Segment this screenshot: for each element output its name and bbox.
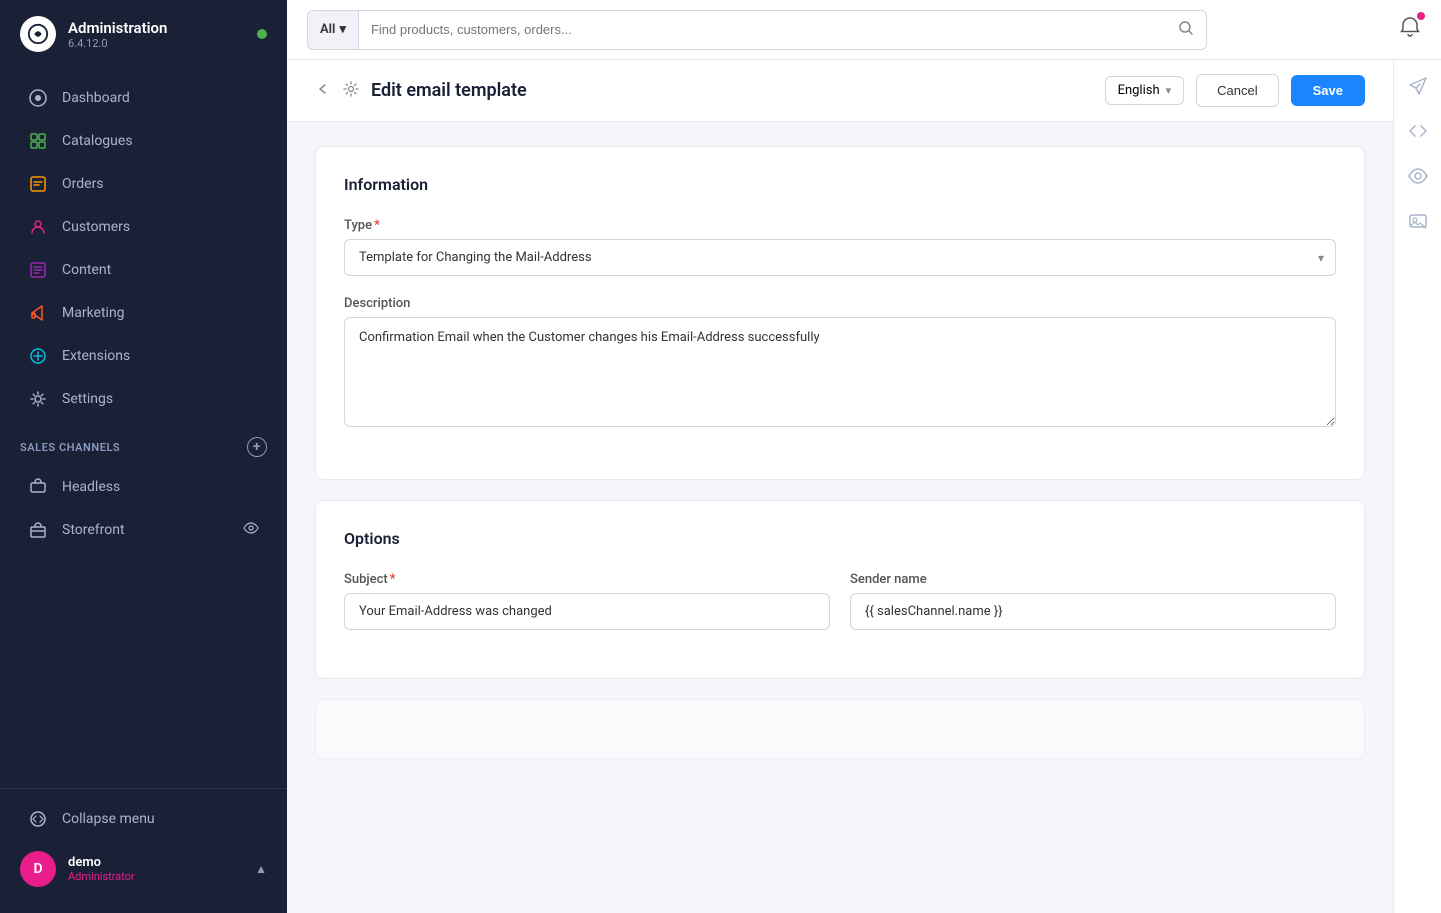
information-card: Information Type* Template for Changing …	[315, 146, 1365, 480]
storefront-eye-icon	[243, 520, 259, 540]
add-sales-channel-button[interactable]: +	[247, 437, 267, 457]
sender-name-field-group: Sender name	[850, 572, 1336, 630]
search-bar: All ▾	[307, 10, 1207, 50]
search-input[interactable]	[359, 22, 1166, 37]
send-icon[interactable]	[1408, 76, 1428, 101]
search-icon[interactable]	[1166, 20, 1206, 40]
app-logo	[20, 16, 56, 52]
sidebar-item-label: Extensions	[62, 348, 130, 364]
settings-icon	[28, 389, 48, 409]
options-row: Subject* Sender name	[344, 572, 1336, 650]
extra-card	[315, 699, 1365, 759]
storefront-icon	[28, 520, 48, 540]
save-button[interactable]: Save	[1291, 75, 1365, 106]
description-label: Description	[344, 296, 1336, 311]
sender-name-label: Sender name	[850, 572, 1336, 587]
subject-field-group: Subject*	[344, 572, 830, 630]
sidebar-item-extensions[interactable]: Extensions	[8, 335, 279, 377]
sidebar-item-marketing[interactable]: Marketing	[8, 292, 279, 334]
sidebar-item-label: Orders	[62, 176, 104, 192]
code-icon[interactable]	[1408, 121, 1428, 146]
image-icon[interactable]	[1408, 211, 1428, 236]
sidebar: Administration 6.4.12.0 Dashboard	[0, 0, 287, 913]
sidebar-item-label: Headless	[62, 479, 120, 495]
sidebar-item-label: Storefront	[62, 522, 125, 538]
language-label: English	[1118, 83, 1160, 98]
content-area: Edit email template English ▾ Cancel Sav…	[287, 60, 1441, 913]
description-textarea[interactable]: Confirmation Email when the Customer cha…	[344, 317, 1336, 427]
sidebar-item-content[interactable]: Content	[8, 249, 279, 291]
search-filter-button[interactable]: All ▾	[308, 11, 359, 49]
user-name: demo	[68, 855, 243, 870]
user-role: Administrator	[68, 870, 243, 883]
options-title: Options	[344, 529, 1336, 548]
sidebar-item-label: Settings	[62, 391, 113, 407]
preview-icon[interactable]	[1408, 166, 1428, 191]
sidebar-item-label: Marketing	[62, 305, 125, 321]
user-info: demo Administrator	[68, 855, 243, 883]
search-filter-chevron-icon: ▾	[339, 22, 346, 37]
sidebar-item-label: Content	[62, 262, 111, 278]
sidebar-item-headless[interactable]: Headless	[8, 466, 279, 508]
sidebar-nav: Dashboard Catalogues Orders	[0, 68, 287, 788]
right-panel	[1393, 60, 1441, 913]
user-chevron-icon: ▲	[255, 862, 267, 876]
cancel-button[interactable]: Cancel	[1196, 74, 1278, 107]
collapse-label: Collapse menu	[62, 811, 155, 827]
type-label: Type*	[344, 218, 1336, 233]
collapse-menu-button[interactable]: Collapse menu	[8, 798, 279, 840]
form-area: Information Type* Template for Changing …	[287, 122, 1393, 783]
customers-icon	[28, 217, 48, 237]
sidebar-item-catalogues[interactable]: Catalogues	[8, 120, 279, 162]
sidebar-item-settings[interactable]: Settings	[8, 378, 279, 420]
type-select[interactable]: Template for Changing the Mail-Address	[344, 239, 1336, 276]
sales-channels-title: Sales Channels +	[0, 421, 287, 465]
dashboard-icon	[28, 88, 48, 108]
sidebar-item-label: Dashboard	[62, 90, 130, 106]
sidebar-item-customers[interactable]: Customers	[8, 206, 279, 248]
marketing-icon	[28, 303, 48, 323]
page-title: Edit email template	[371, 80, 1093, 101]
main: All ▾	[287, 0, 1441, 913]
extensions-icon	[28, 346, 48, 366]
type-select-wrapper: Template for Changing the Mail-Address ▾	[344, 239, 1336, 276]
template-settings-icon	[343, 81, 359, 101]
language-chevron-icon: ▾	[1166, 84, 1172, 97]
subject-input[interactable]	[344, 593, 830, 630]
type-field-group: Type* Template for Changing the Mail-Add…	[344, 218, 1336, 276]
collapse-icon	[28, 809, 48, 829]
status-dot	[257, 29, 267, 39]
avatar: D	[20, 851, 56, 887]
description-field-group: Description Confirmation Email when the …	[344, 296, 1336, 431]
sender-name-input[interactable]	[850, 593, 1336, 630]
notifications-button[interactable]	[1399, 16, 1421, 43]
information-title: Information	[344, 175, 1336, 194]
page-header: Edit email template English ▾ Cancel Sav…	[287, 60, 1393, 122]
app-name: Administration	[68, 19, 167, 37]
sidebar-item-label: Customers	[62, 219, 130, 235]
sidebar-item-dashboard[interactable]: Dashboard	[8, 77, 279, 119]
sidebar-item-label: Catalogues	[62, 133, 133, 149]
sidebar-bottom: Collapse menu D demo Administrator ▲	[0, 788, 287, 913]
user-profile[interactable]: D demo Administrator ▲	[0, 841, 287, 897]
notification-badge	[1417, 12, 1425, 20]
orders-icon	[28, 174, 48, 194]
back-button[interactable]	[315, 81, 331, 101]
catalogues-icon	[28, 131, 48, 151]
language-selector[interactable]: English ▾	[1105, 76, 1185, 105]
options-card: Options Subject* Sender name	[315, 500, 1365, 679]
sidebar-header: Administration 6.4.12.0	[0, 0, 287, 68]
sidebar-item-orders[interactable]: Orders	[8, 163, 279, 205]
headless-icon	[28, 477, 48, 497]
topbar: All ▾	[287, 0, 1441, 60]
sidebar-item-storefront[interactable]: Storefront	[8, 509, 279, 551]
app-info: Administration 6.4.12.0	[68, 19, 167, 50]
content-icon	[28, 260, 48, 280]
page-content: Edit email template English ▾ Cancel Sav…	[287, 60, 1393, 913]
app-version: 6.4.12.0	[68, 37, 167, 50]
subject-label: Subject*	[344, 572, 830, 587]
